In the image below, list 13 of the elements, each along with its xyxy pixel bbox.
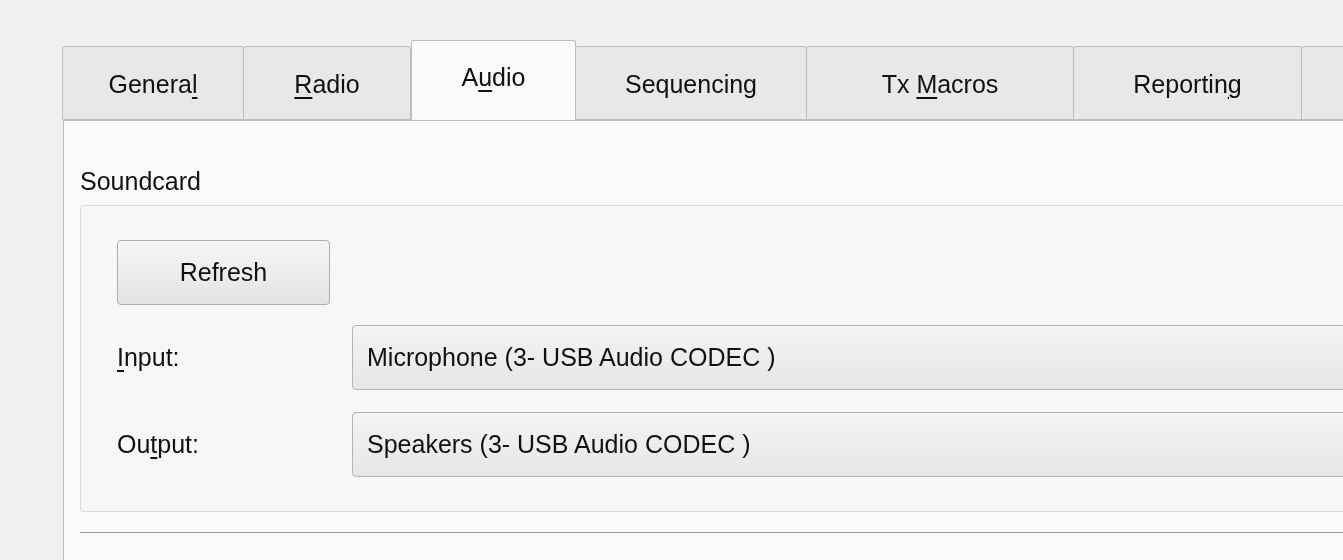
tab[interactable]: General xyxy=(62,46,244,120)
field-label: Input: xyxy=(117,341,181,373)
group-title: Soundcard xyxy=(80,169,202,195)
tab[interactable]: Tx Macros xyxy=(806,46,1074,120)
refresh-button[interactable]: Refresh xyxy=(117,240,330,305)
dropdown-field[interactable]: Microphone (3- USB Audio CODEC ) xyxy=(352,325,1343,390)
tab[interactable] xyxy=(1301,46,1343,120)
tab[interactable]: Audio xyxy=(411,40,576,120)
dropdown-field[interactable]: Speakers (3- USB Audio CODEC ) xyxy=(352,412,1343,477)
tab[interactable]: Sequencing xyxy=(575,46,807,120)
field-label: Output: xyxy=(117,428,200,460)
tab[interactable]: Reporting xyxy=(1073,46,1302,120)
tab[interactable]: Radio xyxy=(243,46,411,120)
